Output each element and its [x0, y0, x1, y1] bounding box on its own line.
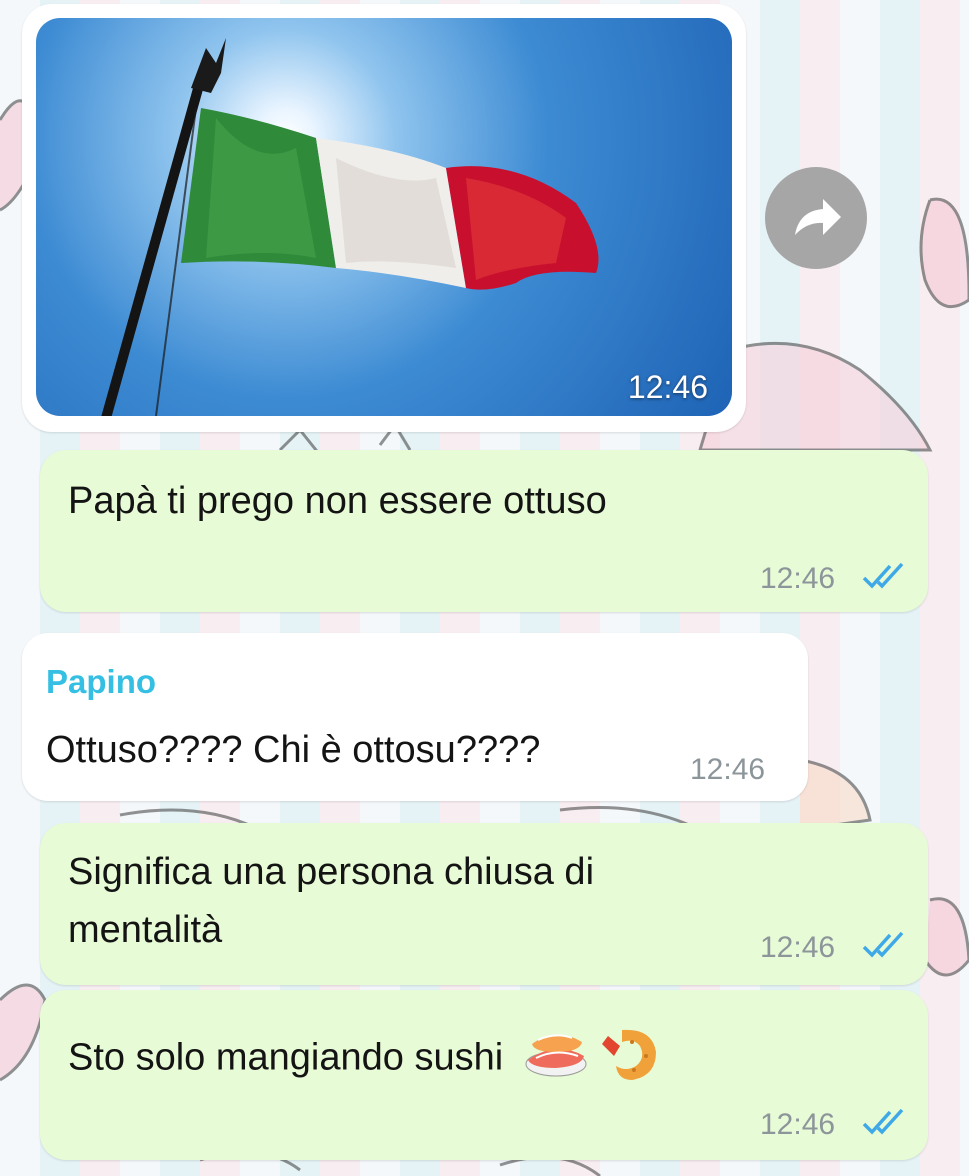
- flag-illustration: [101, 38, 599, 416]
- photo-timestamp: 12:46: [627, 369, 708, 405]
- message-timestamp: 12:46: [690, 753, 766, 786]
- italian-flag-image[interactable]: 12:46: [36, 18, 732, 416]
- message-timestamp: 12:46: [760, 1108, 836, 1141]
- outgoing-message[interactable]: Significa una persona chiusa di mentalit…: [40, 823, 928, 985]
- double-check-read-icon: [862, 1108, 904, 1135]
- incoming-message[interactable]: Papino Ottuso???? Chi è ottosu???? 12:46: [22, 633, 808, 801]
- sushi-and-shrimp-emoji: [525, 1029, 656, 1080]
- forward-button[interactable]: [765, 167, 867, 269]
- message-text-row: Sto solo mangiando sushi: [68, 1022, 660, 1097]
- double-check-read-icon: [862, 562, 904, 589]
- fried-shrimp-emoji: [601, 1029, 656, 1080]
- photo-message[interactable]: 12:46: [22, 4, 746, 432]
- emoji-group: [522, 1022, 660, 1097]
- sushi-emoji: [525, 1034, 587, 1077]
- message-text-line-2: mentalità: [68, 909, 223, 951]
- message-text: Papà ti prego non essere ottuso: [68, 480, 607, 522]
- message-text: Ottuso???? Chi è ottosu????: [46, 729, 541, 771]
- outgoing-message[interactable]: Sto solo mangiando sushi 12:46: [40, 990, 928, 1160]
- outgoing-message[interactable]: Papà ti prego non essere ottuso 12:46: [40, 450, 928, 612]
- message-timestamp: 12:46: [760, 931, 836, 964]
- message-text: Sto solo mangiando sushi: [68, 1036, 504, 1079]
- double-check-read-icon: [862, 931, 904, 958]
- message-text-line-1: Significa una persona chiusa di: [68, 851, 595, 893]
- sender-name[interactable]: Papino: [46, 663, 156, 701]
- message-timestamp: 12:46: [760, 562, 836, 595]
- forward-arrow-icon: [795, 199, 841, 235]
